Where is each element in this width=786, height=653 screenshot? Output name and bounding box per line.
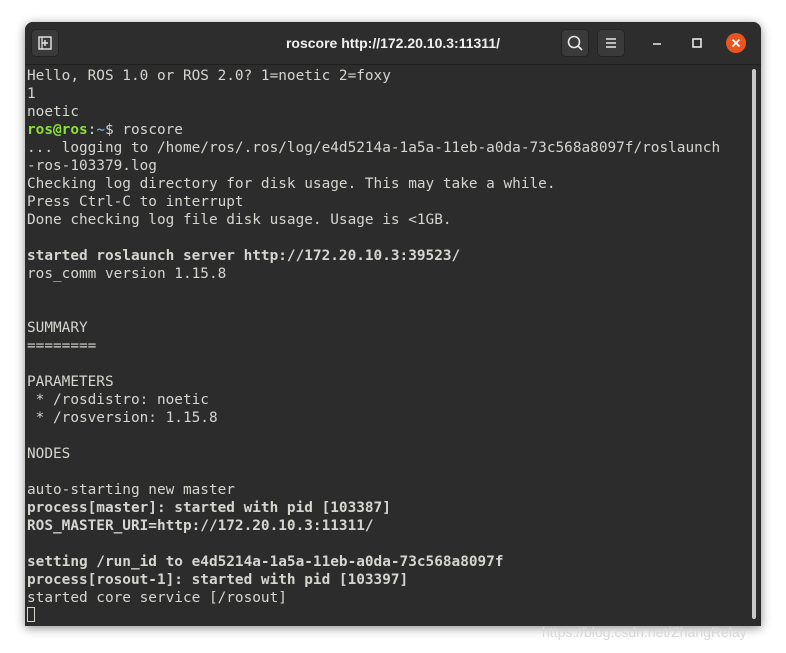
terminal-line: * /rosdistro: noetic [27, 392, 209, 408]
terminal-line: setting /run_id to e4d5214a-1a5a-11eb-a0… [27, 554, 504, 570]
close-button[interactable] [726, 33, 746, 53]
terminal-line: noetic [27, 104, 79, 120]
terminal-line: PARAMETERS [27, 374, 114, 390]
maximize-icon [692, 38, 702, 48]
terminal-line: process[master]: started with pid [10338… [27, 500, 391, 516]
terminal-line: -ros-103379.log [27, 158, 157, 174]
terminal-line: NODES [27, 446, 71, 462]
new-tab-button[interactable] [31, 29, 59, 57]
prompt-line: ros@ros:~$ roscore [27, 121, 747, 139]
hamburger-menu-icon [606, 38, 616, 48]
search-icon [567, 35, 583, 51]
minimize-icon [653, 43, 661, 45]
prompt-symbol: $ [105, 122, 123, 138]
terminal-line: ======== [27, 338, 97, 354]
terminal-window: roscore http://172.20.10.3:11311/ Hello,… [25, 22, 761, 626]
new-tab-icon [38, 36, 52, 50]
terminal-line: SUMMARY [27, 320, 88, 336]
title-bar[interactable]: roscore http://172.20.10.3:11311/ [25, 22, 761, 65]
prompt-user-host: ros@ros [27, 122, 88, 138]
terminal-line: ... logging to /home/ros/.ros/log/e4d521… [27, 140, 721, 156]
terminal-line: ROS_MASTER_URI=http://172.20.10.3:11311/ [27, 518, 374, 534]
terminal-line: Checking log directory for disk usage. T… [27, 176, 556, 192]
close-icon [731, 38, 741, 48]
terminal-line: auto-starting new master [27, 482, 235, 498]
watermark-text: https://blog.csdn.net/ZhangRelay [542, 624, 747, 640]
terminal-line: Press Ctrl-C to interrupt [27, 194, 244, 210]
scrollbar[interactable] [747, 65, 761, 626]
menu-button[interactable] [597, 29, 625, 57]
input-line[interactable] [27, 607, 747, 625]
prompt-command: roscore [122, 122, 183, 138]
terminal-line: 1 [27, 86, 36, 102]
search-button[interactable] [561, 29, 589, 57]
terminal-line: Done checking log file disk usage. Usage… [27, 212, 452, 228]
terminal-line: started roslaunch server http://172.20.1… [27, 248, 461, 264]
prompt-path: ~ [96, 122, 105, 138]
scrollbar-thumb[interactable] [752, 69, 756, 619]
minimize-button[interactable] [647, 33, 667, 53]
terminal-line: * /rosversion: 1.15.8 [27, 410, 218, 426]
terminal-line: process[rosout-1]: started with pid [103… [27, 572, 409, 588]
text-cursor [27, 607, 35, 622]
terminal-line: ros_comm version 1.15.8 [27, 266, 227, 282]
maximize-button[interactable] [687, 33, 707, 53]
terminal-line: Hello, ROS 1.0 or ROS 2.0? 1=noetic 2=fo… [27, 68, 391, 84]
terminal-output[interactable]: Hello, ROS 1.0 or ROS 2.0? 1=noetic 2=fo… [25, 65, 747, 626]
terminal-line: started core service [/rosout] [27, 590, 287, 606]
